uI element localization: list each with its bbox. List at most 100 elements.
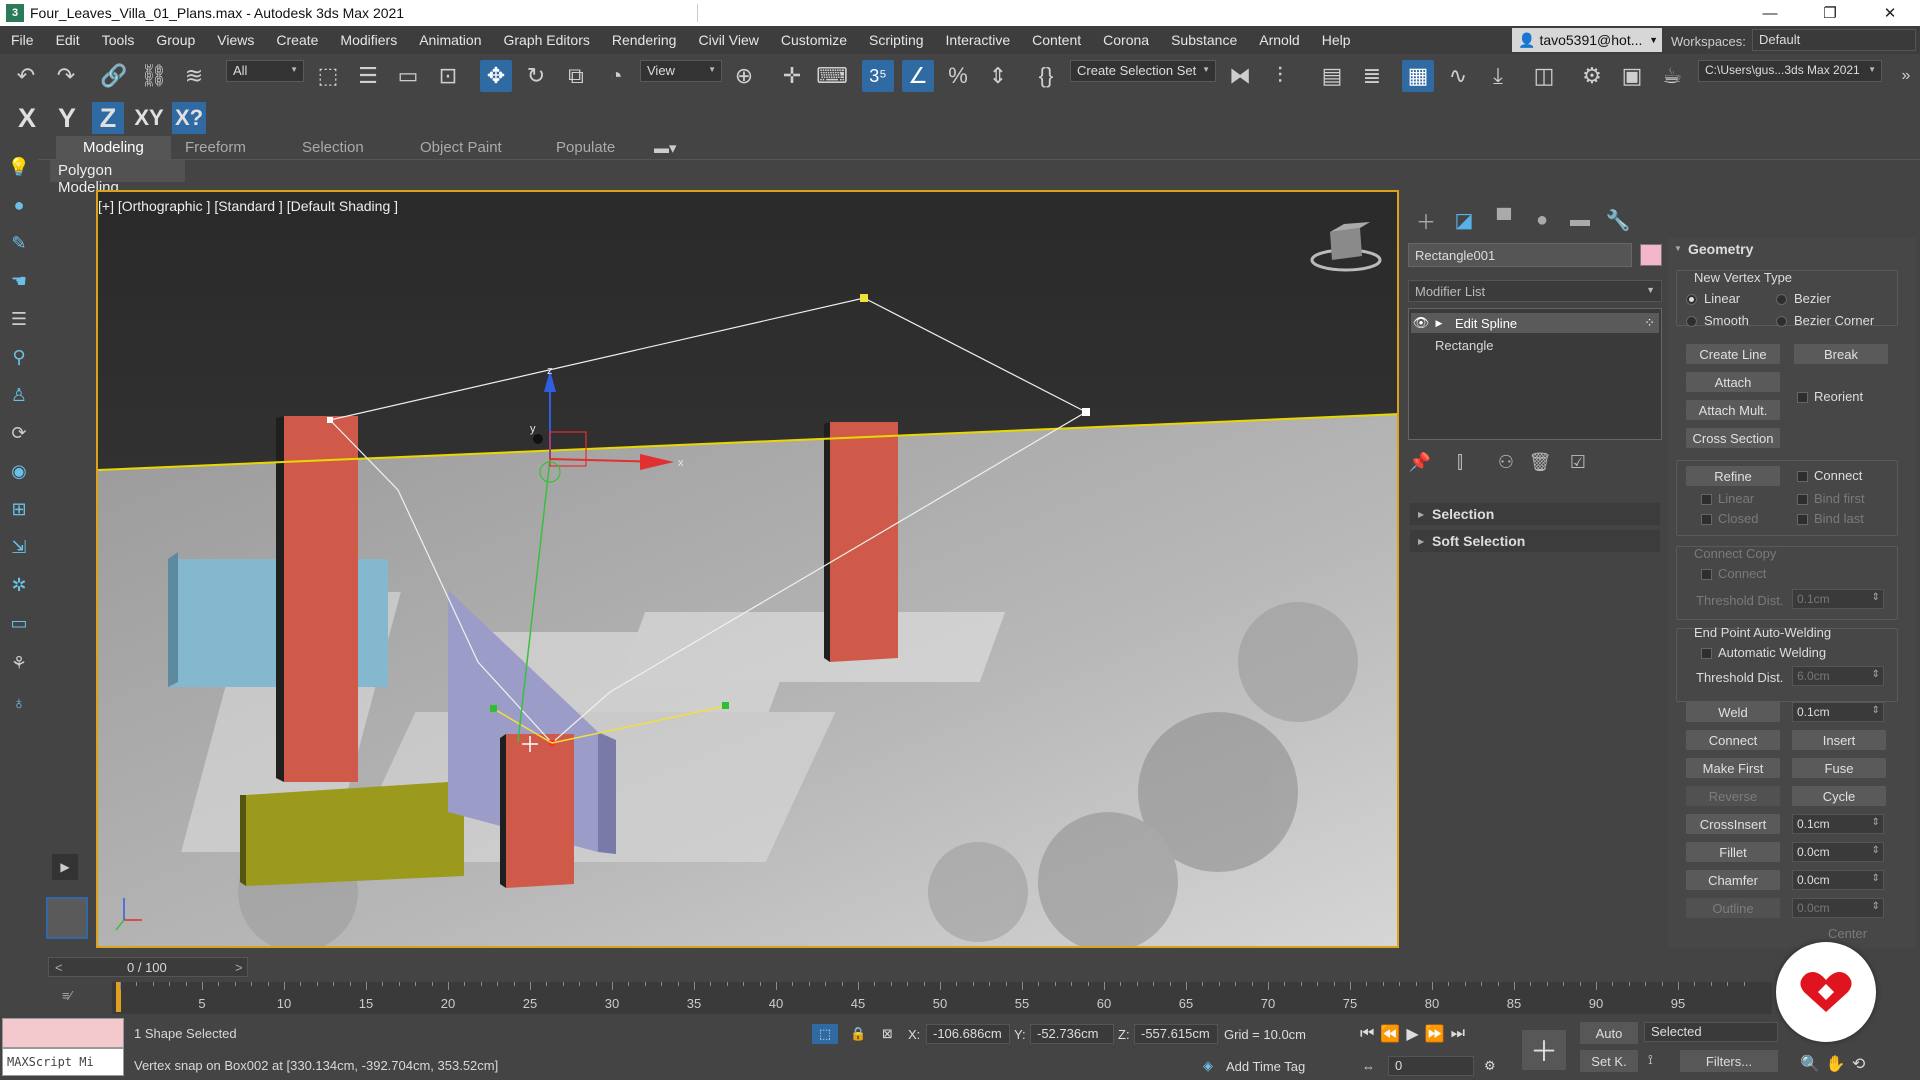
soft-selection-rollout[interactable]: Soft Selection [1410,530,1660,552]
layer-explorer-icon[interactable]: ≣ [1356,60,1388,92]
grid-icon[interactable]: ⊞ [6,496,32,522]
fuse-button[interactable]: Fuse [1792,758,1886,778]
spline-vertex[interactable] [327,417,333,423]
angle-snap-icon[interactable]: ∠ [902,60,934,92]
pan-hand-icon[interactable]: ✋ [1826,1054,1852,1074]
key-filters-button[interactable]: Filters... [1680,1050,1778,1072]
threshold-spinner-2[interactable]: 6.0cm [1792,666,1884,686]
align-icon[interactable]: ⫶ [1264,60,1296,92]
menu-scripting[interactable]: Scripting [858,32,934,48]
region-select-icon[interactable]: ▭ [392,60,424,92]
axis-xz-button[interactable]: X? [172,102,206,134]
refine-linear-checkbox[interactable] [1701,494,1712,505]
list-icon[interactable]: ☰ [6,306,32,332]
show-end-result-icon[interactable]: ⫿ [1448,450,1472,474]
mirror-icon[interactable]: ⧓ [1224,60,1256,92]
motion-panel-icon[interactable]: ● [1528,208,1556,232]
menu-substance[interactable]: Substance [1160,32,1248,48]
keyboard-shortcut-override-icon[interactable]: ⌨ [816,60,848,92]
track-bar[interactable]: 5 10 15 20 25 30 35 40 45 50 55 60 65 70 75 80 85 90 95 [112,982,1772,1014]
remove-modifier-icon[interactable]: 🗑 [1528,450,1552,474]
object-color-swatch[interactable] [1640,244,1662,266]
outline-spinner[interactable]: 0.0cm [1792,898,1884,918]
menu-help[interactable]: Help [1311,32,1362,48]
crossinsert-button[interactable]: CrossInsert [1686,814,1780,834]
isolate-selection-icon[interactable]: ⬚ [812,1024,838,1044]
render-setup-icon[interactable]: ⚙ [1576,60,1608,92]
time-configuration-icon[interactable]: ⚙ [1484,1056,1496,1076]
play-icon[interactable]: ▶ [1406,1024,1424,1044]
stack-item-rectangle[interactable]: Rectangle [1411,335,1659,355]
eye-icon[interactable]: 👁 [1411,315,1431,331]
close-button[interactable]: ✕ [1860,0,1920,26]
pivot-center-icon[interactable]: ⊕ [728,60,760,92]
bind-last-checkbox[interactable] [1797,514,1808,525]
spinner-snap-icon[interactable]: ⇕ [982,60,1014,92]
polygon-modeling-panel[interactable]: Polygon Modeling [50,160,185,196]
bulb-outline-icon[interactable]: ♁ [6,690,32,716]
unlink-icon[interactable]: ⛓ [138,60,170,92]
spline-vertex[interactable] [1082,408,1090,416]
reference-coordinate-dropdown[interactable]: View [640,60,722,82]
closed-checkbox[interactable] [1701,514,1712,525]
key-filter-dropdown[interactable]: Selected [1644,1022,1778,1042]
menu-tools[interactable]: Tools [91,32,146,48]
expand-arrow-icon[interactable]: ▶ [1431,318,1447,329]
tab-populate[interactable]: Populate [556,139,615,156]
linear-radio[interactable] [1686,294,1697,305]
attach-mult-button[interactable]: Attach Mult. [1686,400,1780,420]
minimize-button[interactable]: — [1740,0,1800,26]
select-scale-icon[interactable]: ⧉ [560,60,592,92]
make-unique-icon[interactable]: ⚇ [1494,450,1518,474]
time-slider[interactable]: < 0 / 100 > [48,957,248,977]
reverse-button[interactable]: Reverse [1686,786,1780,806]
menu-arnold[interactable]: Arnold [1248,32,1310,48]
ribbon-toggle-icon[interactable]: ▦ [1402,60,1434,92]
menu-modifiers[interactable]: Modifiers [329,32,408,48]
link-icon[interactable]: 🔗 [98,60,130,92]
attach-button[interactable]: Attach [1686,372,1780,392]
go-to-end-icon[interactable]: ⏭ [1451,1025,1471,1043]
bind-first-checkbox[interactable] [1797,494,1808,505]
toolbar-overflow-icon[interactable]: » [1890,60,1920,92]
x-coord-field[interactable]: -106.686cm [926,1024,1010,1044]
orbit-icon[interactable]: ⟲ [1852,1054,1871,1074]
menu-animation[interactable]: Animation [408,32,492,48]
smooth-radio[interactable] [1686,316,1697,327]
sphere-icon[interactable]: ● [6,192,32,218]
rotate-tool-icon[interactable]: ⟳ [6,420,32,446]
previous-frame-icon[interactable]: ⏪ [1380,1024,1406,1044]
y-coord-field[interactable]: -52.736cm [1030,1024,1114,1044]
pin-stack-icon[interactable]: 📌 [1408,450,1432,474]
maxscript-listener-pane[interactable] [2,1018,124,1048]
time-tag-icon[interactable]: ◈ [1196,1056,1220,1076]
cross-section-button[interactable]: Cross Section [1686,428,1780,448]
menu-customize[interactable]: Customize [770,32,858,48]
edit-named-selection-icon[interactable]: {} [1030,60,1062,92]
maxscript-mini-listener[interactable]: MAXScript Mi [2,1048,124,1076]
connect-copy-checkbox[interactable] [1701,569,1712,580]
weld-button[interactable]: Weld [1686,702,1780,722]
hierarchy-panel-icon[interactable]: ▀ [1490,208,1518,232]
person-icon[interactable]: ⚲ [6,344,32,370]
menu-graph-editors[interactable]: Graph Editors [492,32,600,48]
select-place-icon[interactable]: ◔ [600,60,632,92]
select-object-icon[interactable]: ⬚ [312,60,344,92]
modify-panel-icon[interactable]: ◪ [1450,208,1478,232]
snaps-toggle-icon[interactable]: 3⁵ [862,60,894,92]
menu-rendering[interactable]: Rendering [601,32,688,48]
selection-rollout[interactable]: Selection [1410,503,1660,525]
current-frame-field[interactable]: 0 [1388,1056,1474,1076]
next-frame-icon[interactable]: ⏩ [1425,1024,1451,1044]
menu-file[interactable]: File [0,32,45,48]
selection-filter-dropdown[interactable]: All [226,60,304,82]
named-selection-set-dropdown[interactable]: Create Selection Set [1070,60,1216,82]
paint-icon[interactable]: ✎ [6,230,32,256]
key-tangent-icon[interactable]: ⟟ [1648,1050,1653,1070]
absolute-mode-icon[interactable]: ⊠ [882,1024,893,1044]
time-slider-prev[interactable]: < [55,960,63,975]
viewport-label[interactable]: [+] [Orthographic ] [Standard ] [Default… [98,198,398,214]
bezier-handle-point[interactable] [722,702,729,709]
modifier-list-dropdown[interactable]: Modifier List ▼ [1408,280,1662,302]
create-panel-icon[interactable]: ＋ [1412,208,1440,234]
